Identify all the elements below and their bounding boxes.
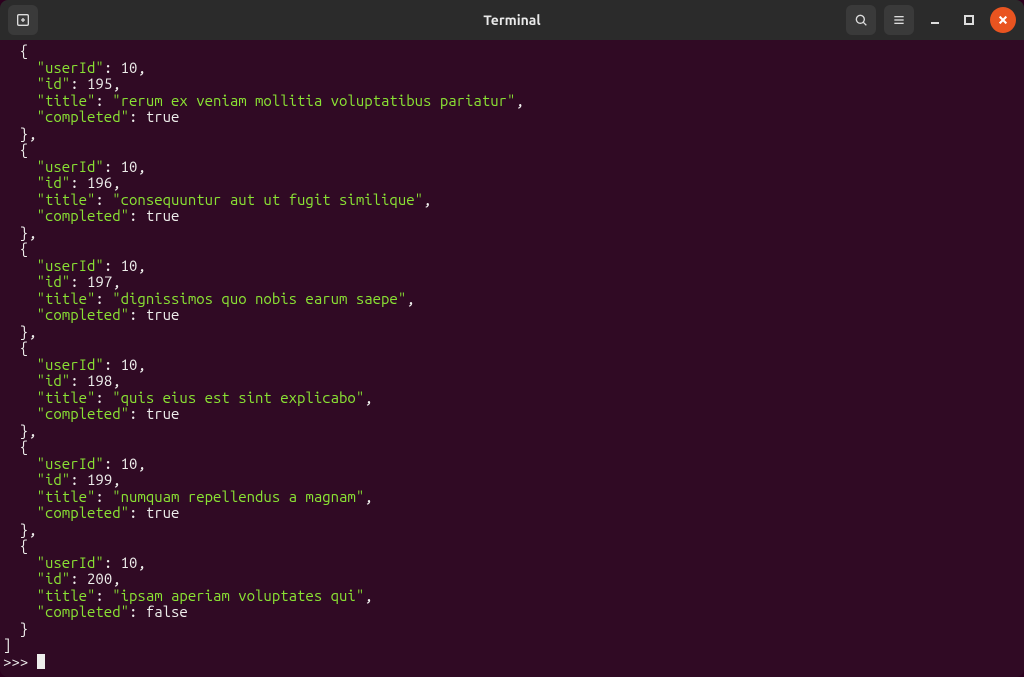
window-title: Terminal xyxy=(483,12,540,28)
titlebar: Terminal xyxy=(0,0,1024,40)
cursor xyxy=(37,654,45,669)
menu-button[interactable] xyxy=(884,5,914,35)
maximize-button[interactable] xyxy=(956,7,982,33)
search-icon xyxy=(853,12,869,28)
hamburger-icon xyxy=(891,12,907,28)
terminal-window: Terminal { "userId": 10, "id": 195, "tit… xyxy=(0,0,1024,677)
minimize-button[interactable] xyxy=(922,7,948,33)
search-button[interactable] xyxy=(846,5,876,35)
new-tab-icon xyxy=(15,12,31,28)
close-button[interactable] xyxy=(990,7,1016,33)
maximize-icon xyxy=(963,14,975,26)
new-tab-button[interactable] xyxy=(8,5,38,35)
terminal-output[interactable]: { "userId": 10, "id": 195, "title": "rer… xyxy=(0,40,1024,677)
minimize-icon xyxy=(929,14,941,26)
close-icon xyxy=(998,15,1008,25)
